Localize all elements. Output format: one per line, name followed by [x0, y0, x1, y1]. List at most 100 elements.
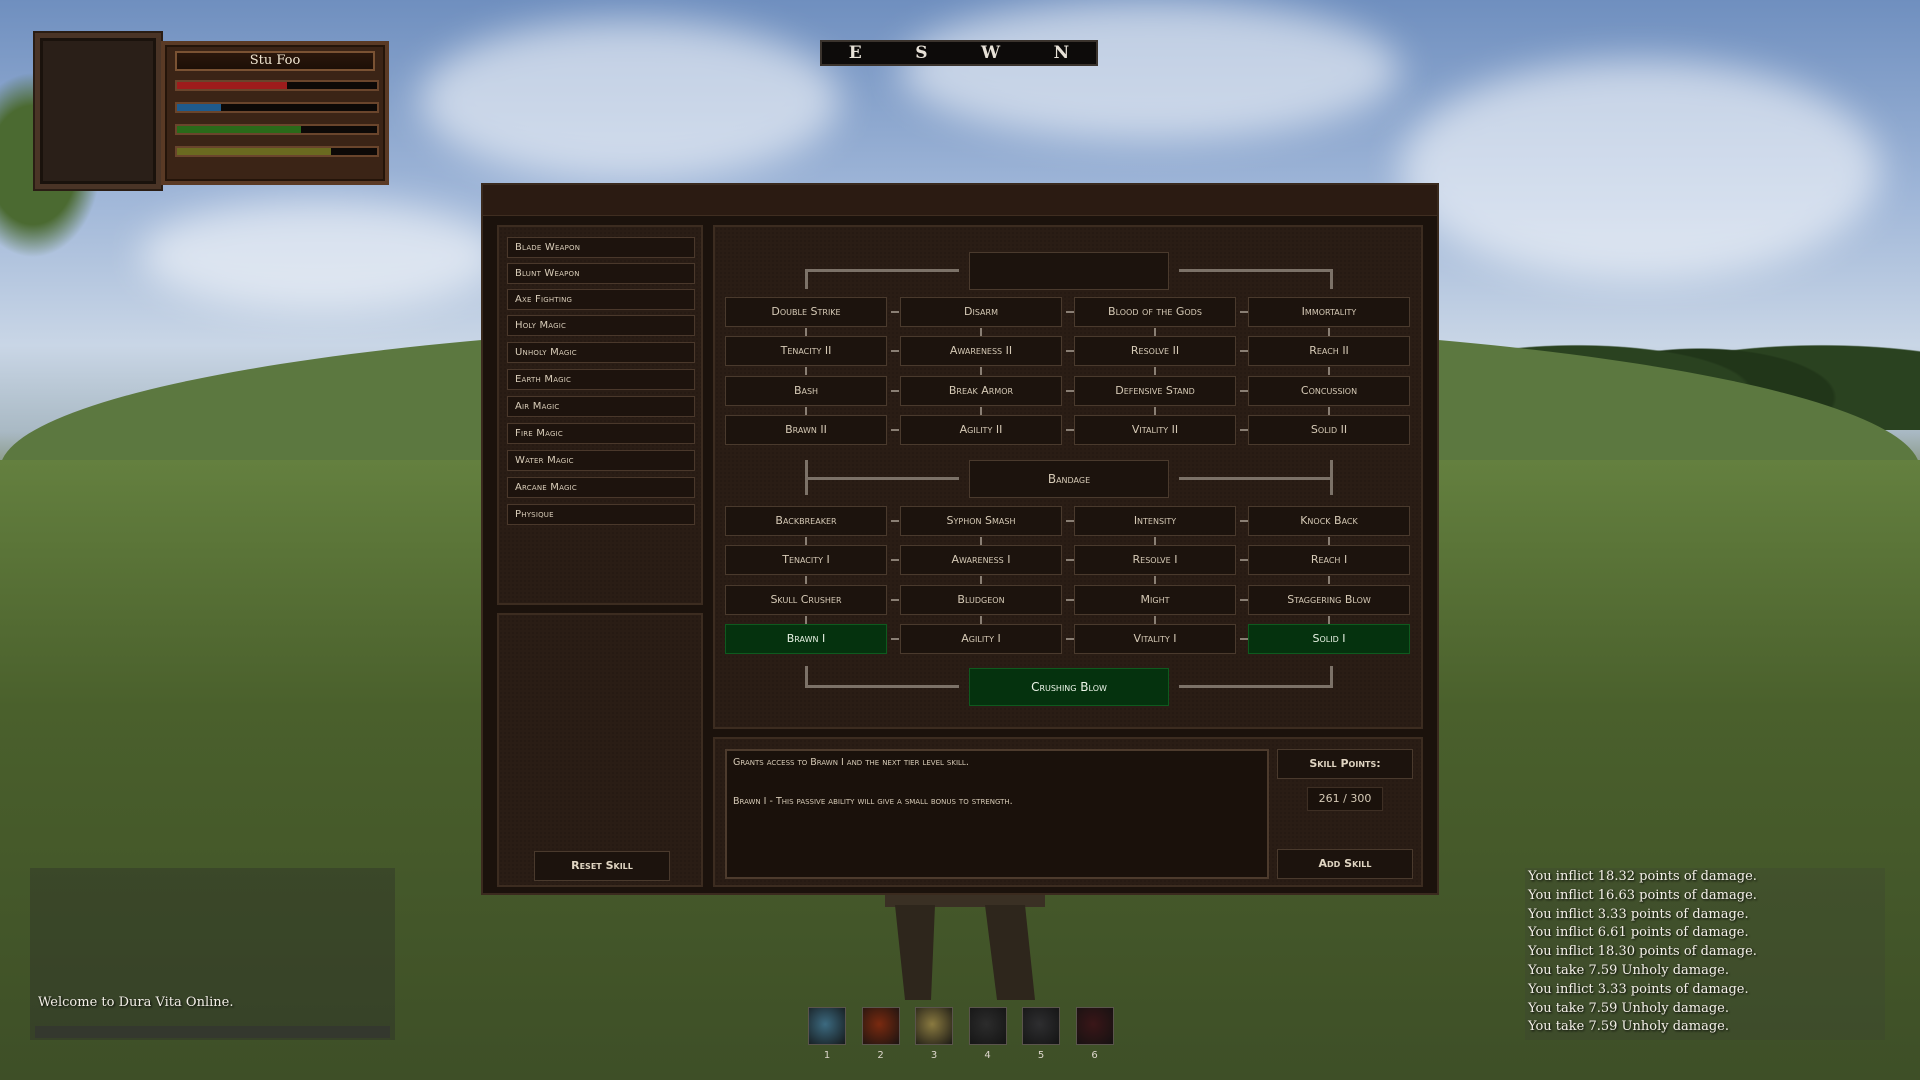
category-axe-fighting[interactable]: Axe Fighting: [507, 289, 695, 310]
skill-node-tenacity-i[interactable]: Tenacity I: [725, 545, 887, 576]
add-skill-button[interactable]: Add Skill: [1277, 849, 1413, 879]
connector-tick: [1328, 328, 1330, 336]
description-line-2: Brawn I - This passive ability will give…: [733, 796, 1013, 807]
reset-skill-button[interactable]: Reset Skill: [534, 851, 670, 881]
skill-node-immortality[interactable]: Immortality: [1248, 297, 1410, 327]
skill-node-syphon-smash[interactable]: Syphon Smash: [900, 506, 1062, 536]
connector-tick: [805, 367, 807, 376]
skill-node-reach-ii[interactable]: Reach II: [1248, 336, 1410, 367]
hotbar-slot-number: 3: [930, 1050, 938, 1061]
compass-east: E: [848, 43, 862, 63]
skill-node-vitality-ii[interactable]: Vitality II: [1074, 414, 1236, 445]
skill-node-agility-i[interactable]: Agility I: [900, 623, 1062, 654]
connector-tick: [891, 637, 899, 640]
skill-node-backbreaker[interactable]: Backbreaker: [725, 506, 887, 536]
skill-node-intensity[interactable]: Intensity: [1074, 506, 1236, 536]
fireball-icon[interactable]: [861, 1007, 900, 1045]
skill-node-disarm[interactable]: Disarm: [900, 297, 1062, 327]
player-character: [885, 895, 1045, 1000]
connector-tick: [1240, 598, 1248, 601]
skill-node-defensive-stand[interactable]: Defensive Stand: [1074, 375, 1236, 406]
log-line: You inflict 3.33 points of damage.: [1528, 906, 1749, 922]
skill-node-bludgeon[interactable]: Bludgeon: [900, 584, 1062, 615]
combat-log[interactable]: You inflict 18.32 points of damage. You i…: [1525, 868, 1885, 1040]
skill-node-skull-crusher[interactable]: Skull Crusher: [725, 584, 887, 615]
skill-node-awareness-i[interactable]: Awareness I: [900, 545, 1062, 576]
skill-node-solid-ii[interactable]: Solid II: [1248, 414, 1410, 445]
cloud: [1400, 60, 1880, 280]
skill-node-bash[interactable]: Bash: [725, 375, 887, 406]
skill-node-tenacity-ii[interactable]: Tenacity II: [725, 336, 887, 367]
connector-tick: [980, 406, 982, 415]
category-unholy-magic[interactable]: Unholy Magic: [507, 342, 695, 363]
connector-tick: [1154, 615, 1156, 624]
skill-node-solid-i[interactable]: Solid I: [1248, 623, 1410, 654]
skill-node-staggering-blow[interactable]: Staggering Blow: [1248, 584, 1410, 615]
skill-node-concussion[interactable]: Concussion: [1248, 375, 1410, 406]
category-blunt-weapon[interactable]: Blunt Weapon: [507, 263, 695, 284]
category-blade-weapon[interactable]: Blade Weapon: [507, 237, 695, 258]
category-water-magic[interactable]: Water Magic: [507, 450, 695, 471]
category-arcane-magic[interactable]: Arcane Magic: [507, 477, 695, 498]
tier-1-skill-box[interactable]: Crushing Blow: [969, 668, 1169, 706]
category-earth-magic[interactable]: Earth Magic: [507, 369, 695, 390]
skill-node-break-armor[interactable]: Break Armor: [900, 375, 1062, 406]
skill-description-panel: Grants access to Brawn I and the next ti…: [713, 737, 1423, 887]
skill-node-brawn-ii[interactable]: Brawn II: [725, 414, 887, 445]
lightning-icon[interactable]: [915, 1007, 953, 1045]
skill-node-resolve-ii[interactable]: Resolve II: [1074, 336, 1236, 367]
skill-node-knock-back[interactable]: Knock Back: [1248, 506, 1410, 536]
skill-node-agility-ii[interactable]: Agility II: [900, 414, 1062, 445]
category-air-magic[interactable]: Air Magic: [507, 396, 695, 417]
tier-3-skill-box[interactable]: [969, 252, 1169, 290]
connector-tick: [1066, 559, 1074, 562]
skill-node-brawn-i[interactable]: Brawn I: [725, 623, 887, 654]
category-holy-magic[interactable]: Holy Magic: [507, 315, 695, 336]
connector-line: [805, 477, 959, 480]
skill-node-might[interactable]: Might: [1074, 584, 1236, 615]
mana-bar-fill: [177, 104, 221, 111]
connector-tick: [891, 598, 899, 601]
skill-category-list: Blade Weapon Blunt Weapon Axe Fighting H…: [497, 225, 703, 605]
skill-node-vitality-i[interactable]: Vitality I: [1074, 623, 1236, 654]
connector-tick: [805, 615, 807, 624]
skill-tree-panel: Double Strike Disarm Blood of the Gods Immo…: [713, 225, 1423, 729]
skill-node-reach-i[interactable]: Reach I: [1248, 545, 1410, 576]
skill-node-double-strike[interactable]: Double Strike: [725, 297, 887, 327]
skill-node-awareness-ii[interactable]: Awareness II: [900, 336, 1062, 367]
connector-tick: [891, 311, 899, 313]
category-fire-magic[interactable]: Fire Magic: [507, 423, 695, 444]
ability-hotbar: 1 2 3 4 5 6: [808, 1007, 1118, 1069]
swirl-ability-icon[interactable]: [808, 1007, 846, 1045]
connector-tick: [1328, 615, 1330, 624]
chat-input[interactable]: [35, 1026, 390, 1038]
connector-line: [1179, 269, 1333, 272]
chat-window: Welcome to Dura Vita Online.: [30, 868, 395, 1040]
connector-line: [805, 666, 808, 685]
log-line: You take 7.59 Unholy damage.: [1528, 1019, 1729, 1035]
connector-tick: [805, 576, 807, 585]
empty-slot-icon[interactable]: [1022, 1007, 1060, 1045]
empty-slot-icon[interactable]: [968, 1007, 1007, 1045]
log-line: You take 7.59 Unholy damage.: [1528, 962, 1729, 978]
connector-tick: [1066, 389, 1074, 392]
blood-ability-icon[interactable]: [1075, 1007, 1114, 1045]
tier-2-skill-box[interactable]: Bandage: [969, 460, 1169, 498]
chat-message: Welcome to Dura Vita Online.: [38, 995, 234, 1010]
player-portrait[interactable]: [35, 33, 161, 189]
description-line-1: Grants access to Brawn I and the next ti…: [733, 757, 969, 768]
category-physique[interactable]: Physique: [507, 504, 695, 525]
skill-node-resolve-i[interactable]: Resolve I: [1074, 545, 1236, 576]
skill-node-blood-of-the-gods[interactable]: Blood of the Gods: [1074, 297, 1236, 327]
connector-line: [1330, 477, 1333, 495]
health-bar: [175, 80, 379, 91]
connector-line: [805, 460, 808, 477]
skill-tree-window: Blade Weapon Blunt Weapon Axe Fighting H…: [481, 183, 1439, 895]
connector-tick: [891, 520, 899, 522]
connector-tick: [980, 328, 982, 336]
window-title-bar[interactable]: [483, 185, 1437, 216]
connector-line: [1179, 477, 1333, 480]
connector-tick: [980, 367, 982, 376]
log-line: You inflict 18.32 points of damage.: [1528, 869, 1757, 884]
compass-west: W: [981, 43, 1001, 63]
